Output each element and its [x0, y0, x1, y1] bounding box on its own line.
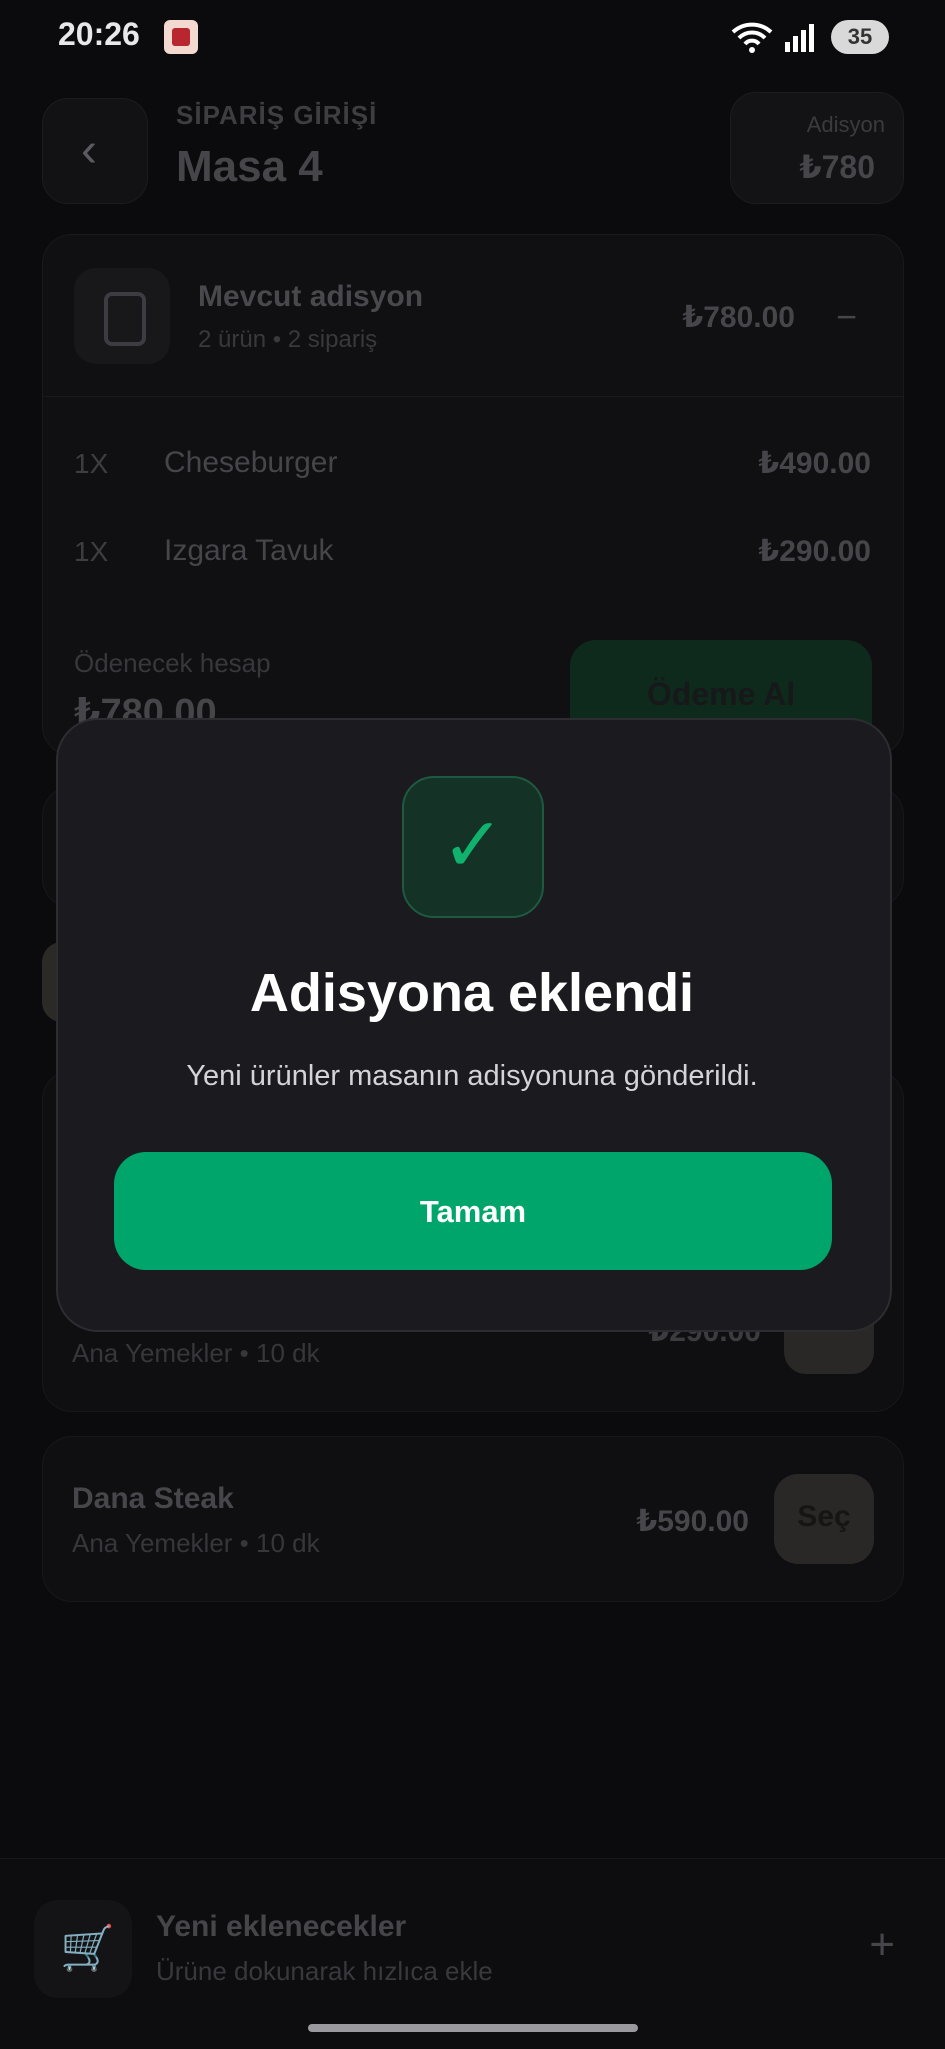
- item-qty: 1X: [74, 536, 109, 567]
- product-meta: Ana Yemekler • 10 dk: [72, 1528, 320, 1558]
- item-price: ₺490.00: [758, 447, 871, 480]
- item-qty: 1X: [74, 448, 109, 479]
- cart-icon: 🛒: [34, 1900, 132, 1998]
- take-payment-label: Ödeme Al: [646, 676, 796, 712]
- wifi-icon: [729, 20, 775, 54]
- payable-label: Ödenecek hesap: [74, 648, 271, 678]
- signal-icon: [783, 22, 815, 52]
- bill-total-label: Adisyon: [806, 112, 885, 137]
- dialog-title: Adisyona eklendi: [249, 963, 695, 1023]
- chevron-left-icon: ‹: [81, 124, 97, 177]
- document-icon: [74, 268, 170, 364]
- ok-button-label: Tamam: [419, 1194, 527, 1229]
- item-price: ₺290.00: [758, 535, 871, 568]
- back-button[interactable]: ‹: [42, 98, 148, 204]
- new-items-subtitle: Ürüne dokunarak hızlıca ekle: [156, 1956, 493, 1986]
- current-bill-title: Mevcut adisyon: [198, 280, 424, 313]
- expand-plus-button[interactable]: +: [869, 1920, 895, 1970]
- new-items-bar[interactable]: [0, 1858, 945, 2049]
- product-price: ₺590.00: [636, 1505, 749, 1538]
- page-title: Masa 4: [176, 142, 323, 191]
- collapse-button[interactable]: −: [836, 296, 857, 338]
- product-name: Dana Steak: [72, 1482, 234, 1515]
- divider: [42, 396, 904, 397]
- ok-button[interactable]: Tamam: [114, 1152, 832, 1270]
- app-notification-icon: [164, 20, 198, 54]
- bill-total-value: ₺780: [799, 149, 875, 185]
- new-items-title: Yeni eklenecekler: [156, 1910, 407, 1943]
- page-subtitle: SİPARİŞ GİRİŞİ: [176, 100, 378, 130]
- item-name: Izgara Tavuk: [164, 534, 334, 567]
- product-meta: Ana Yemekler • 10 dk: [72, 1338, 320, 1368]
- select-product-button[interactable]: Seç: [774, 1474, 874, 1564]
- dialog-message: Yeni ürünler masanın adisyonuna gönderil…: [186, 1060, 758, 1092]
- check-glyph: ✓: [441, 803, 505, 888]
- select-product-label: Seç: [797, 1500, 851, 1533]
- status-time: 20:26: [58, 16, 140, 52]
- battery-indicator: 35: [831, 20, 889, 54]
- home-indicator[interactable]: [308, 2024, 638, 2032]
- item-name: Cheseburger: [164, 446, 338, 479]
- current-bill-amount: ₺780.00: [682, 301, 795, 334]
- current-bill-subtitle: 2 ürün • 2 sipariş: [198, 326, 378, 353]
- success-check-icon: ✓: [402, 776, 544, 918]
